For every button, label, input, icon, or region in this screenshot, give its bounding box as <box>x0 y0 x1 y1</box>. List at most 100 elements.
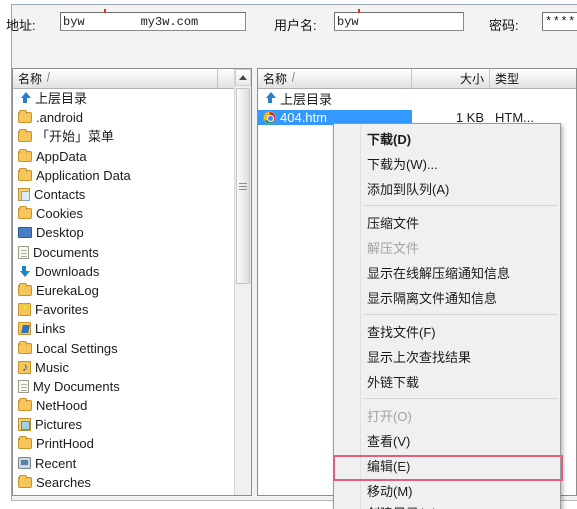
list-item[interactable]: Links <box>13 319 251 338</box>
list-item[interactable]: EurekaLog <box>13 281 251 300</box>
remote-column-name-label: 名称 <box>263 72 288 86</box>
list-item[interactable]: Documents <box>13 243 251 262</box>
remote-column-size[interactable]: 大小 <box>412 69 490 88</box>
contacts-icon <box>18 188 30 202</box>
list-item-label: Downloads <box>35 263 100 279</box>
document-icon <box>18 379 29 393</box>
sort-ascending-icon: / <box>292 71 295 86</box>
list-item[interactable]: Searches <box>13 473 251 492</box>
menu-separator <box>364 398 558 399</box>
username-label: 用户名: <box>274 18 317 33</box>
menu-item-compress[interactable]: 压缩文件 <box>334 210 560 235</box>
folder-icon <box>18 167 32 181</box>
list-item[interactable]: NetHood <box>13 396 251 415</box>
list-item[interactable]: Cookies <box>13 204 251 223</box>
menu-item-move[interactable]: 移动(M) <box>334 478 560 503</box>
username-field-marker <box>358 9 360 13</box>
menu-item-view[interactable]: 查看(V) <box>334 428 560 453</box>
ftp-client-window: 地址: byw my3w.com 用户名: byw 密码: ******** 本… <box>0 0 577 509</box>
list-item[interactable]: PrintHood <box>13 434 251 453</box>
remote-row-name-label: 404.htm <box>280 110 327 126</box>
folder-icon <box>18 340 32 354</box>
list-item[interactable]: Application Data <box>13 166 251 185</box>
menu-item-show-last-search[interactable]: 显示上次查找结果 <box>334 344 560 369</box>
list-item[interactable]: Recent <box>13 454 251 473</box>
path-row: 本地: Administrator 远程: /HttpErrors/ <box>0 40 577 104</box>
menu-item-find-file[interactable]: 查找文件(F) <box>334 319 560 344</box>
folder-icon <box>18 148 32 162</box>
menu-item-decompress: 解压文件 <box>367 241 420 256</box>
folder-icon <box>18 398 32 412</box>
list-item[interactable]: Local Settings <box>13 338 251 357</box>
menu-item-add-to-queue[interactable]: 添加到队列(A) <box>334 176 560 201</box>
list-item[interactable]: .android <box>13 108 251 127</box>
address-host-text: my3w.com <box>140 14 199 29</box>
folder-icon <box>18 436 32 450</box>
recent-icon <box>18 457 31 470</box>
address-input[interactable]: byw my3w.com <box>60 12 246 31</box>
menu-item-download-as[interactable]: 下载为(W)... <box>334 151 560 176</box>
list-item-label: Favorites <box>35 302 89 318</box>
list-item-label: My Documents <box>33 378 120 394</box>
list-item[interactable]: Downloads <box>13 262 251 281</box>
star-folder-icon <box>18 301 31 317</box>
list-item-label: EurekaLog <box>36 282 99 298</box>
list-item[interactable]: Favorites <box>13 300 251 319</box>
address-label: 地址: <box>6 18 36 33</box>
remote-column-name[interactable]: 名称 / <box>258 69 412 88</box>
menu-item-show-quarantine-notice[interactable]: 显示隔离文件通知信息 <box>334 285 560 310</box>
address-user-text: byw <box>63 14 85 29</box>
remote-column-type[interactable]: 类型 <box>490 69 576 88</box>
list-item[interactable]: 上层目录 <box>13 89 251 108</box>
remote-row-name-label: 上层目录 <box>280 92 333 108</box>
menu-item-download[interactable]: 下载(D) <box>334 126 560 151</box>
list-item-label: Links <box>35 321 66 337</box>
menu-item-edit[interactable]: 编辑(E) <box>334 453 560 478</box>
music-folder-icon <box>18 360 31 374</box>
remote-column-header: 名称 / 大小 类型 <box>258 69 576 89</box>
list-item[interactable]: Contacts <box>13 185 251 204</box>
list-item-label: Local Settings <box>36 340 118 356</box>
local-column-name[interactable]: 名称 / <box>13 69 218 88</box>
menu-item-create-directory[interactable]: 创建目录(C) <box>334 503 560 509</box>
local-column-header: 名称 / <box>13 69 251 89</box>
context-menu[interactable]: 下载(D) 下载为(W)... 添加到队列(A) 压缩文件 解压文件 显示在线解… <box>333 123 561 509</box>
list-item[interactable]: Music <box>13 358 251 377</box>
list-item[interactable]: Desktop <box>13 223 251 242</box>
folder-icon <box>18 282 32 296</box>
scrollbar-thumb[interactable] <box>236 88 250 284</box>
local-pane-scrollbar[interactable] <box>234 69 251 495</box>
list-item-label: Cookies <box>36 206 83 222</box>
sort-ascending-icon: / <box>47 71 50 86</box>
table-row[interactable]: 上层目录 <box>258 89 576 108</box>
folder-icon <box>18 110 32 124</box>
grip-icon <box>239 182 247 190</box>
folder-icon <box>18 129 32 143</box>
list-item[interactable]: Pictures <box>13 415 251 434</box>
list-item[interactable]: My Documents <box>13 377 251 396</box>
local-file-list[interactable]: 上层目录 .android 「开始」菜单 AppData Application… <box>13 89 251 495</box>
list-item[interactable]: 「开始」菜单 <box>13 127 251 146</box>
list-item-label: Documents <box>33 244 99 260</box>
links-folder-icon <box>18 322 31 336</box>
chevron-up-icon <box>239 75 247 80</box>
remote-row-name: 上层目录 <box>258 89 412 108</box>
password-input[interactable]: ******** <box>542 12 577 31</box>
username-input[interactable]: byw <box>334 12 464 31</box>
local-column-name-label: 名称 <box>18 72 43 86</box>
scroll-up-button[interactable] <box>235 69 251 86</box>
list-item-label: Pictures <box>35 417 82 433</box>
menu-item-open: 打开(O) <box>367 409 412 424</box>
list-item-label: Application Data <box>36 167 131 183</box>
list-item[interactable]: AppData <box>13 147 251 166</box>
menu-item-show-online-decompress-notice[interactable]: 显示在线解压缩通知信息 <box>334 260 560 285</box>
list-item-label: NetHood <box>36 398 88 414</box>
list-item-label: 上层目录 <box>35 91 88 107</box>
folder-icon <box>18 206 32 220</box>
download-icon <box>18 265 31 278</box>
document-icon <box>18 245 29 259</box>
menu-item-external-link-download[interactable]: 外链下载 <box>334 369 560 394</box>
pictures-folder-icon <box>18 418 31 432</box>
list-item-label: AppData <box>36 148 87 164</box>
list-item-label: Contacts <box>34 187 86 203</box>
